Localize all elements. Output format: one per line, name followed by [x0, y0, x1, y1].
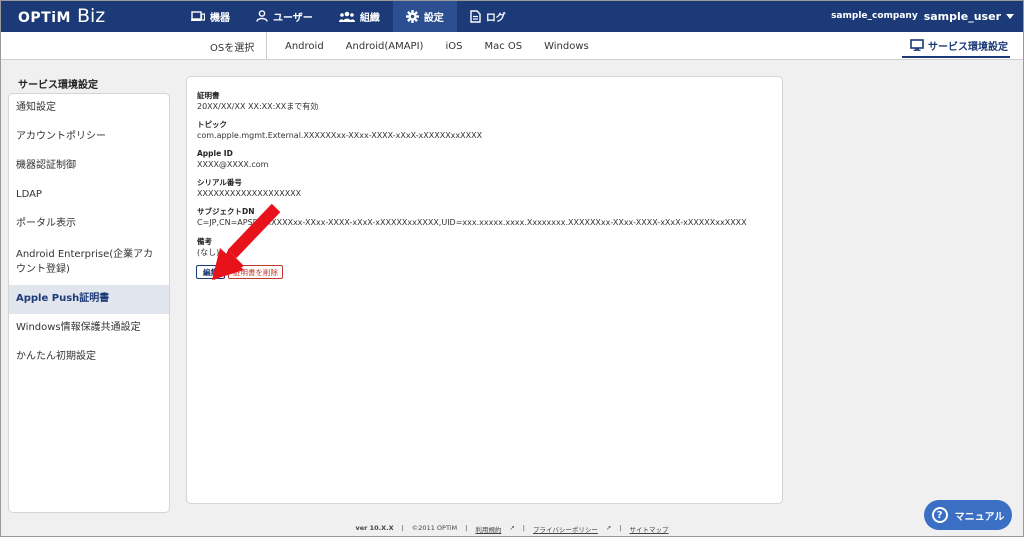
footer-separator: |: [522, 524, 525, 532]
field-label: Apple ID: [197, 149, 233, 158]
nav-users-label: ユーザー: [273, 12, 313, 24]
os-select-label: OSを選択: [198, 32, 268, 60]
service-settings-button[interactable]: サービス環境設定: [902, 34, 1010, 58]
tab-windows[interactable]: Windows: [533, 32, 600, 60]
certificate-card: 証明書 20XX/XX/XX XX:XX:XXまで有効 トピック com.app…: [186, 76, 783, 504]
logo-biz: Biz: [76, 5, 106, 27]
sidebar-item-account-policy[interactable]: アカウントポリシー: [9, 123, 169, 152]
field-serial: シリアル番号 XXXXXXXXXXXXXXXXXXX: [197, 178, 301, 200]
user-name: sample_user: [923, 9, 1001, 23]
tab-macos[interactable]: Mac OS: [473, 32, 533, 60]
company-name: sample_company: [831, 11, 918, 21]
nav-settings[interactable]: 設定: [392, 0, 457, 32]
tab-ios[interactable]: iOS: [434, 32, 473, 60]
nav-organization-label: 組織: [359, 12, 380, 24]
field-topic: トピック com.apple.mgmt.External.XXXXXXxx-XX…: [197, 120, 482, 142]
version-label: ver 10.X.X: [355, 524, 394, 532]
organization-icon: [338, 11, 355, 22]
os-tabs: Android Android(AMAPI) iOS Mac OS Window…: [274, 32, 600, 60]
top-bar: OPTiM Biz 機器 ユーザー 組織 設定 ログ sample_compan…: [0, 0, 1024, 32]
sidebar-item-android-enterprise[interactable]: Android Enterprise(企業アカウント登録): [9, 239, 169, 285]
sidebar-item-device-auth[interactable]: 機器認証制御: [9, 152, 169, 181]
external-link-icon: ↗: [509, 524, 515, 532]
tab-android-amapi[interactable]: Android(AMAPI): [335, 32, 435, 60]
sidebar-item-easy-setup[interactable]: かんたん初期設定: [9, 343, 169, 372]
privacy-link[interactable]: プライバシーポリシー: [533, 524, 598, 534]
field-label: トピック: [197, 120, 227, 129]
tab-android[interactable]: Android: [274, 32, 335, 60]
manual-button[interactable]: ? マニュアル: [924, 500, 1012, 530]
sidebar-item-apple-push[interactable]: Apple Push証明書: [9, 285, 169, 314]
field-value: XXXX@XXXX.com: [197, 160, 269, 169]
copyright: ©2011 OPTiM: [411, 524, 458, 532]
footer-separator: |: [465, 524, 468, 532]
nav-settings-label: 設定: [423, 12, 444, 24]
footer-separator: |: [619, 524, 622, 532]
red-arrow-pointer: [212, 203, 280, 280]
sidebar: 通知設定 アカウントポリシー 機器認証制御 LDAP ポータル表示 Androi…: [8, 93, 170, 513]
device-icon: [191, 10, 205, 21]
field-label: 証明書: [197, 91, 220, 100]
manual-label: マニュアル: [954, 511, 1005, 523]
external-link-icon: ↗: [605, 524, 612, 532]
field-value: XXXXXXXXXXXXXXXXXXX: [197, 189, 302, 198]
app-logo[interactable]: OPTiM Biz: [18, 5, 105, 27]
field-value: com.apple.mgmt.External.XXXXXXxx-XXxx-XX…: [197, 131, 483, 140]
sidebar-item-notification[interactable]: 通知設定: [9, 94, 169, 123]
help-icon: ?: [931, 507, 948, 523]
chevron-down-icon: [1006, 13, 1014, 19]
field-apple-id: Apple ID XXXX@XXXX.com: [197, 149, 268, 171]
nav-log-label: ログ: [485, 12, 506, 24]
os-bar: OSを選択 Android Android(AMAPI) iOS Mac OS …: [0, 32, 1024, 60]
log-icon: [470, 9, 481, 23]
nav-devices-label: 機器: [210, 12, 230, 24]
sidebar-title: サービス環境設定: [18, 80, 98, 91]
logo-optim: OPTiM: [18, 10, 71, 26]
nav-devices[interactable]: 機器: [178, 0, 243, 32]
nav-users[interactable]: ユーザー: [243, 0, 326, 32]
nav-log[interactable]: ログ: [457, 0, 519, 32]
footer: ver 10.X.X | ©2011 OPTiM | 利用規約 ↗ | プライバ…: [0, 524, 1024, 534]
sidebar-item-ldap[interactable]: LDAP: [9, 181, 169, 210]
monitor-icon: [910, 39, 924, 51]
top-nav: 機器 ユーザー 組織 設定 ログ: [178, 0, 519, 32]
service-settings-label: サービス環境設定: [928, 41, 1008, 53]
footer-separator: |: [401, 524, 404, 532]
sidebar-item-portal[interactable]: ポータル表示: [9, 210, 169, 239]
field-label: シリアル番号: [197, 178, 242, 187]
user-menu[interactable]: sample_company sample_user: [831, 0, 1014, 32]
sitemap-link[interactable]: サイトマップ: [630, 524, 669, 534]
user-icon: [256, 10, 268, 22]
field-value: 20XX/XX/XX XX:XX:XXまで有効: [197, 102, 319, 111]
gear-icon: [405, 9, 419, 23]
terms-link[interactable]: 利用規約: [475, 524, 501, 534]
nav-organization[interactable]: 組織: [326, 0, 393, 32]
field-certificate: 証明書 20XX/XX/XX XX:XX:XXまで有効: [197, 91, 318, 113]
sidebar-item-windows-info-protection[interactable]: Windows情報保護共通設定: [9, 314, 169, 343]
